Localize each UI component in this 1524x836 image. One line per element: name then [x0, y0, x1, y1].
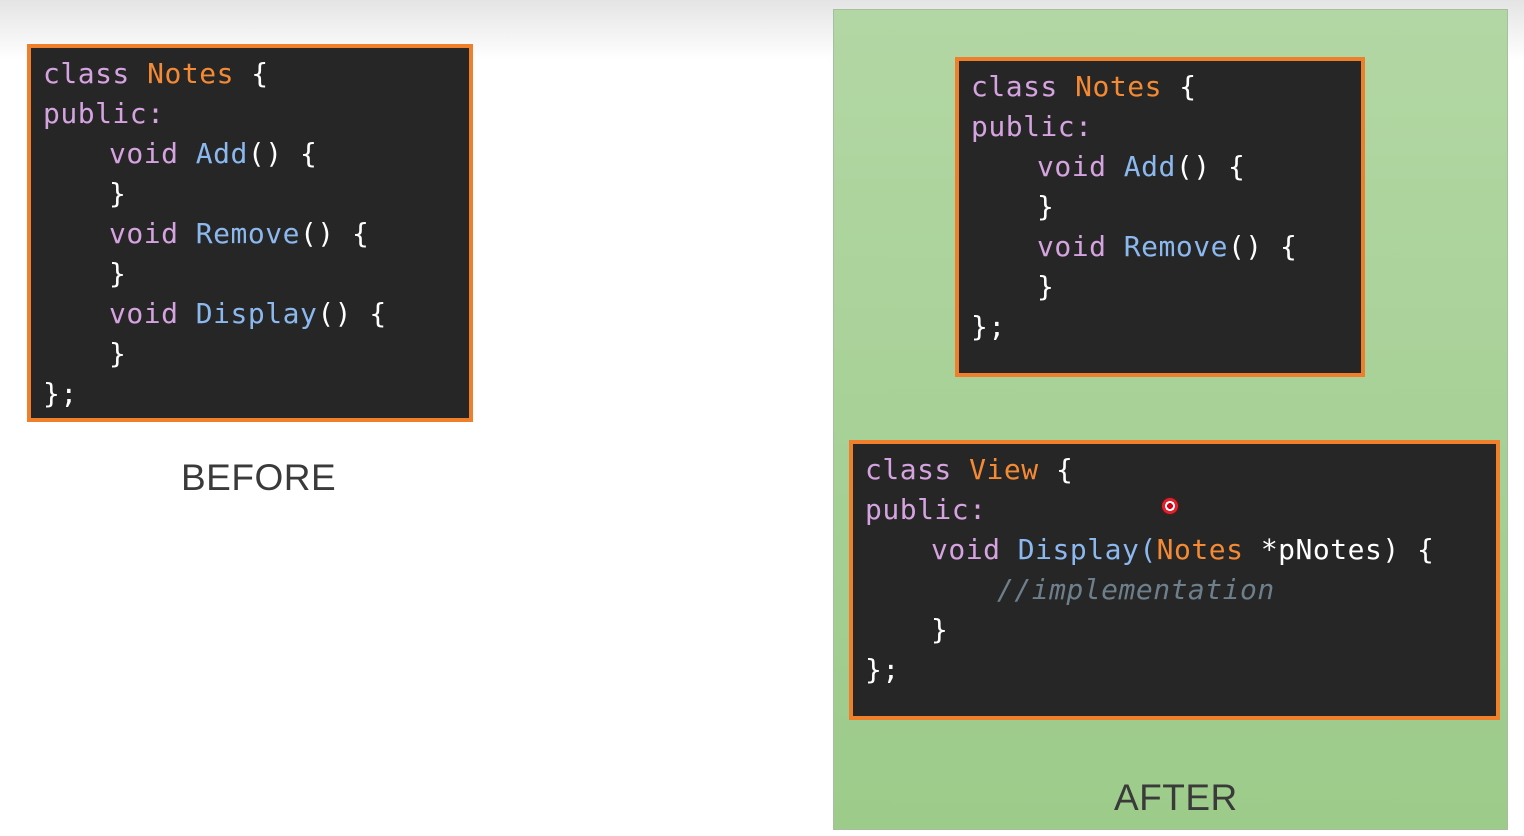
code-line: public:	[43, 97, 165, 130]
code-line: class View {	[865, 453, 1074, 486]
code-line: public:	[971, 110, 1093, 143]
pointer-cursor-icon	[1162, 498, 1178, 514]
code-line: class Notes {	[971, 70, 1197, 103]
before-notes-code-box: class Notes { public: void Add() { } voi…	[27, 44, 473, 422]
code-line: void Remove() {	[1037, 230, 1298, 263]
code-line: void Display() {	[109, 297, 387, 330]
before-caption: BEFORE	[181, 457, 337, 498]
code-line: }	[109, 257, 127, 290]
code-line: };	[971, 310, 1006, 343]
code-line: public:	[865, 493, 987, 526]
after-caption: AFTER	[1114, 777, 1238, 818]
after-view-code-box: class View { public: void Display(Notes …	[849, 440, 1500, 720]
code-line: }	[109, 177, 127, 210]
code-line: };	[43, 377, 78, 410]
code-line: }	[109, 337, 127, 370]
after-notes-code-box: class Notes { public: void Add() { } voi…	[955, 57, 1365, 377]
code-line: void Display(Notes *pNotes) {	[931, 533, 1435, 566]
code-line: }	[931, 613, 949, 646]
code-line: }	[1037, 190, 1055, 223]
code-line: };	[865, 653, 900, 686]
code-line: void Add() {	[109, 137, 318, 170]
code-line: class Notes {	[43, 57, 269, 90]
code-line: void Remove() {	[109, 217, 370, 250]
code-comment: //implementation	[997, 573, 1275, 606]
code-line: }	[1037, 270, 1055, 303]
code-line: void Add() {	[1037, 150, 1246, 183]
